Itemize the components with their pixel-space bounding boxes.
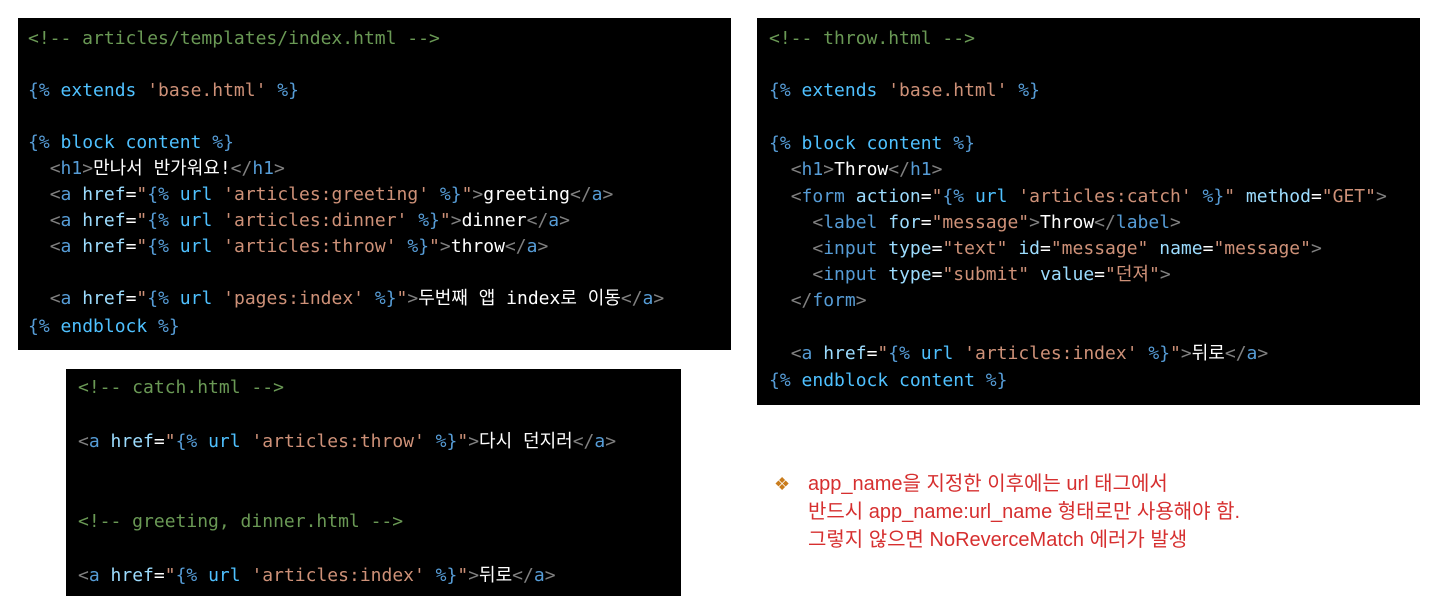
code-line: <a href="{% url 'articles:throw' %}">thr…: [49, 236, 549, 257]
code-line: <label for="message">Throw</label>: [812, 212, 1181, 233]
code-line: <a href="{% url 'articles:dinner' %}">di…: [49, 210, 570, 231]
code-line: <a href="{% url 'pages:index' %}">두번째 앱 …: [49, 288, 665, 309]
catch-template-code-block: <!-- catch.html --> <a href="{% url 'art…: [66, 369, 681, 596]
note-text: app_name을 지정한 이후에는 url 태그에서반드시 app_name:…: [808, 470, 1240, 554]
note-line: 반드시 app_name:url_name 형태로만 사용해야 함.: [808, 501, 1241, 523]
code-line: <input type="submit" value="던져">: [812, 264, 1171, 285]
code-line: {% block content %}: [28, 132, 234, 153]
code-line: </form>: [790, 290, 867, 311]
code-line: <!-- articles/templates/index.html -->: [28, 28, 440, 49]
code-line: {% block content %}: [769, 133, 975, 154]
code-line: {% endblock %}: [28, 316, 180, 337]
throw-template-code-block: <!-- throw.html --> {% extends 'base.htm…: [757, 18, 1420, 405]
code-line: <a href="{% url 'articles:greeting' %}">…: [49, 184, 614, 205]
code-line: <!-- catch.html -->: [78, 377, 284, 398]
note-line: 그렇지 않으면 NoReverceMatch 에러가 발생: [808, 529, 1188, 551]
code-line: <a href="{% url 'articles:index' %}">뒤로<…: [790, 343, 1269, 364]
code-line: {% extends 'base.html' %}: [769, 80, 1040, 101]
diamond-bullet-icon: ❖: [774, 474, 791, 494]
index-template-code-block: <!-- articles/templates/index.html --> {…: [18, 18, 731, 350]
code-line: <form action="{% url 'articles:catch' %}…: [790, 186, 1387, 207]
code-line: <h1>만나서 반가워요!</h1>: [49, 158, 285, 179]
code-line: <!-- throw.html -->: [769, 28, 975, 49]
code-line: {% endblock content %}: [769, 370, 1008, 391]
note-line: app_name을 지정한 이후에는 url 태그에서: [808, 473, 1168, 495]
code-line: <a href="{% url 'articles:index' %}">뒤로<…: [78, 565, 556, 586]
code-line: <a href="{% url 'articles:throw' %}">다시 …: [78, 431, 617, 452]
code-line: <h1>Throw</h1>: [790, 159, 943, 180]
code-line: <input type="text" id="message" name="me…: [812, 238, 1322, 259]
code-line: {% extends 'base.html' %}: [28, 80, 299, 101]
code-line: <!-- greeting, dinner.html -->: [78, 511, 404, 532]
